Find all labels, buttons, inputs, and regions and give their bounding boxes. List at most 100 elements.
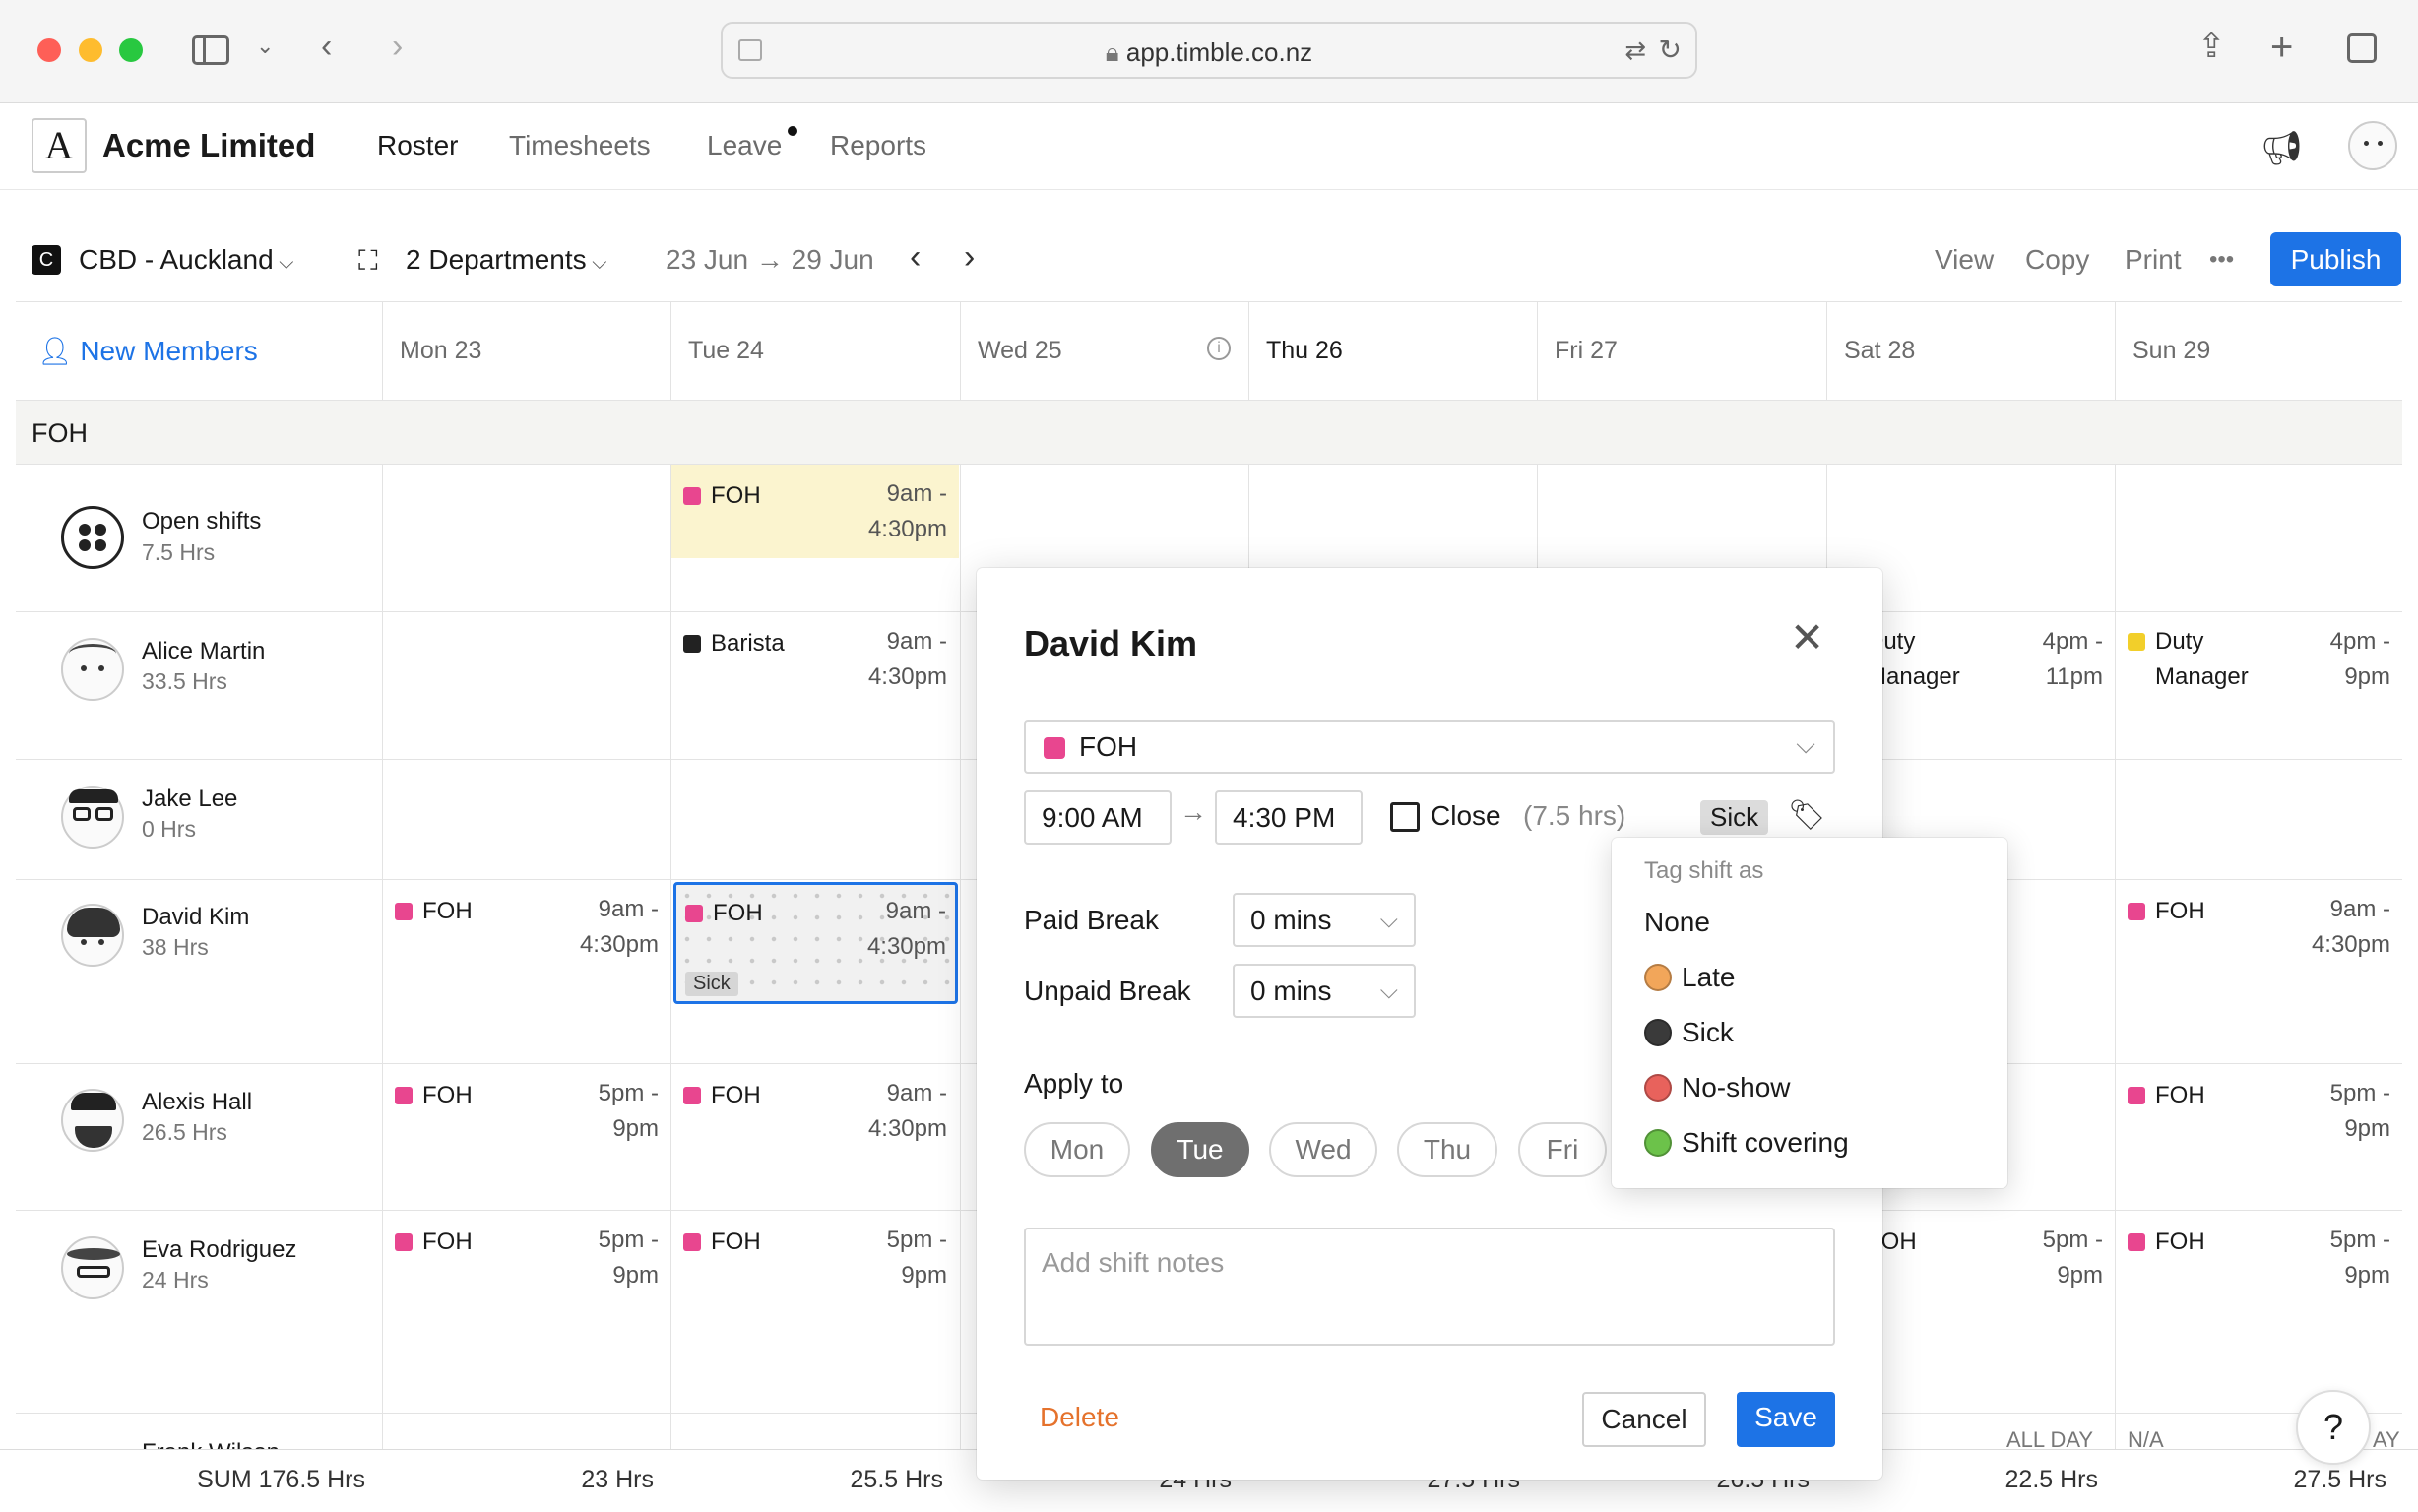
shift-role: Barista [683,630,785,658]
translate-icon[interactable]: ⇄ [1624,35,1646,66]
day-header-thu[interactable]: Thu 26 [1266,337,1343,365]
apply-day-mon[interactable]: Mon [1024,1122,1130,1177]
shift-time: 4pm -11pm [2042,628,2103,690]
member-name[interactable]: Alice Martin [142,638,265,665]
reload-icon[interactable]: ↻ [1659,33,1682,66]
close-window-button[interactable] [37,38,61,62]
member-name[interactable]: Open shifts [142,508,261,536]
nav-leave[interactable]: Leave [707,130,782,161]
close-icon[interactable]: ✕ [1790,617,1824,659]
shift-card[interactable]: FOH 5pm -9pm [2116,1064,2402,1182]
paid-break-select[interactable]: 0 mins ⌵ [1233,893,1416,947]
save-button[interactable]: Save [1737,1392,1835,1447]
shift-card[interactable]: FOH 9am -4:30pm [383,880,670,998]
day-header-wed[interactable]: Wed 25 [978,337,1062,365]
shift-time: 9am -4:30pm [867,628,947,690]
shift-covering-color-dot [1644,1129,1672,1157]
day-header-tue[interactable]: Tue 24 [688,337,764,365]
print-button[interactable]: Print [2125,244,2182,276]
avatar [61,904,124,967]
help-button[interactable]: ? [2296,1390,2371,1465]
sidebar-toggle-icon[interactable] [192,35,229,65]
new-members-button[interactable]: 👤︎ New Members [37,335,258,367]
tag-icon[interactable]: 🏷︎ [1788,798,1825,833]
delete-button[interactable]: Delete [1024,1392,1132,1447]
apply-day-thu[interactable]: Thu [1397,1122,1497,1177]
avatar [61,1089,124,1152]
tag-option-no-show[interactable]: No-show [1644,1072,1790,1103]
shift-card[interactable]: FOH 9am -4:30pm [671,1064,959,1182]
departments-selector[interactable]: 2 Departments ⌵ [406,244,606,276]
day-header-mon[interactable]: Mon 23 [400,337,481,365]
shift-role: FOH [2128,1228,2205,1256]
browser-toolbar: ⌄ ‹ › 🔒︎ app.timble.co.nz ⇄ ↻ ⇪ + [0,0,2418,103]
view-button[interactable]: View [1935,244,1994,276]
role-color-swatch [395,903,413,920]
publish-button[interactable]: Publish [2270,232,2401,286]
minimize-window-button[interactable] [79,38,102,62]
company-name: Acme Limited [102,127,316,163]
nav-roster[interactable]: Roster [377,130,458,161]
role-color-swatch [683,635,701,653]
tab-overview-icon[interactable] [2347,33,2377,63]
sick-tag-badge: Sick [685,972,738,996]
shift-notes-input[interactable]: Add shift notes [1024,1228,1835,1346]
address-bar[interactable]: 🔒︎ app.timble.co.nz ⇄ ↻ [721,22,1697,79]
info-icon[interactable]: i [1207,337,1231,360]
sick-tag-badge[interactable]: Sick [1700,800,1769,835]
nav-timesheets[interactable]: Timesheets [509,130,651,161]
apply-day-fri[interactable]: Fri [1518,1122,1607,1177]
member-hours: 33.5 Hrs [142,668,227,694]
member-name[interactable]: Eva Rodriguez [142,1236,296,1264]
tag-option-late[interactable]: Late [1644,962,1736,993]
zoom-window-button[interactable] [119,38,143,62]
day-header-sat[interactable]: Sat 28 [1844,337,1915,365]
shift-card[interactable]: FOH 5pm -9pm [671,1211,959,1329]
user-avatar[interactable] [2348,121,2397,170]
shift-card[interactable]: FOH 9am -4:30pm [2116,880,2402,998]
cancel-button[interactable]: Cancel [1582,1392,1706,1447]
member-hours: 38 Hrs [142,934,209,960]
url-text: 🔒︎ app.timble.co.nz [1105,37,1313,67]
close-label[interactable]: Close [1431,800,1501,832]
member-name[interactable]: Jake Lee [142,786,237,813]
location-selector[interactable]: CBD - Auckland ⌵ [79,244,293,276]
back-icon[interactable]: ‹ [321,30,332,63]
new-tab-icon[interactable]: + [2270,28,2293,67]
end-time-input[interactable]: 4:30 PM [1215,790,1363,845]
unpaid-break-select[interactable]: 0 mins ⌵ [1233,964,1416,1018]
shift-card[interactable]: FOH 5pm -9pm [2116,1211,2402,1329]
shift-card[interactable]: FOH 5pm -9pm [383,1211,670,1329]
tag-option-none[interactable]: None [1644,907,1710,938]
shift-time: 5pm -9pm [598,1227,659,1289]
prev-week-icon[interactable]: ‹ [910,238,921,277]
shift-card[interactable]: Duty Manager 4pm -9pm [2116,612,2402,730]
day-header-sun[interactable]: Sun 29 [2132,337,2210,365]
shift-time: 9am -4:30pm [867,480,947,542]
next-week-icon[interactable]: › [964,238,975,277]
start-time-input[interactable]: 9:00 AM [1024,790,1172,845]
shift-card[interactable]: Barista 9am -4:30pm [671,612,959,730]
apply-day-wed[interactable]: Wed [1269,1122,1377,1177]
apply-day-tue[interactable]: Tue [1151,1122,1249,1177]
announcement-icon[interactable]: 📢︎ [2260,129,2303,168]
copy-button[interactable]: Copy [2025,244,2089,276]
member-name[interactable]: Alexis Hall [142,1089,252,1116]
shift-role: Duty Manager [2128,624,2249,695]
forward-icon[interactable]: › [392,30,403,63]
shift-card[interactable]: FOH 9am -4:30pm [671,465,959,558]
tag-option-sick[interactable]: Sick [1644,1017,1734,1048]
day-header-fri[interactable]: Fri 27 [1555,337,1618,365]
tag-option-shift-covering[interactable]: Shift covering [1644,1127,1849,1159]
close-checkbox[interactable] [1390,802,1420,832]
nav-reports[interactable]: Reports [830,130,926,161]
department-select[interactable]: FOH ⌵ [1024,720,1835,774]
share-icon[interactable]: ⇪ [2197,30,2226,63]
dialog-title: David Kim [1024,623,1198,663]
shift-card[interactable]: FOH 5pm -9pm [383,1064,670,1182]
member-name[interactable]: David Kim [142,904,249,931]
shift-card-selected[interactable]: FOH 9am -4:30pm Sick [673,882,958,1004]
more-options-button[interactable]: ••• [2209,246,2234,274]
chevron-down-icon[interactable]: ⌄ [256,35,274,57]
avatar [61,1236,124,1299]
